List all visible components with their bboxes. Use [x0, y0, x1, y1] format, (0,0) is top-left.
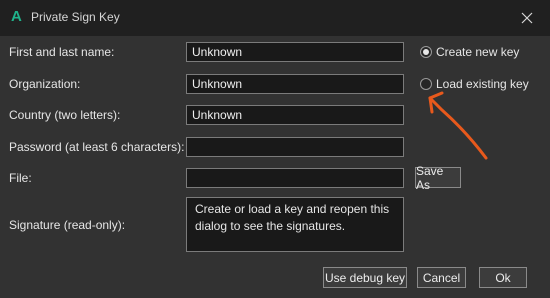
signature-label: Signature (read-only):	[9, 218, 126, 232]
create-new-key-label: Create new key	[436, 45, 520, 59]
create-new-key-option[interactable]: Create new key	[420, 45, 519, 59]
cancel-button[interactable]: Cancel	[417, 267, 466, 288]
file-field[interactable]	[186, 168, 404, 188]
password-field[interactable]	[186, 137, 404, 157]
organization-label: Organization:	[9, 77, 81, 91]
use-debug-key-button[interactable]: Use debug key	[323, 267, 407, 288]
country-field[interactable]	[186, 105, 404, 125]
name-field[interactable]	[186, 42, 404, 62]
app-logo-icon: A	[11, 8, 22, 25]
password-label: Password (at least 6 characters):	[9, 140, 185, 154]
create-new-key-radio[interactable]	[420, 46, 432, 58]
close-icon	[521, 12, 533, 24]
country-label: Country (two letters):	[9, 108, 121, 122]
load-existing-key-option[interactable]: Load existing key	[420, 77, 529, 91]
name-label: First and last name:	[9, 45, 115, 59]
load-existing-key-radio[interactable]	[420, 78, 432, 90]
ok-button[interactable]: Ok	[479, 267, 527, 288]
title-bar: A Private Sign Key	[0, 0, 550, 36]
organization-field[interactable]	[186, 74, 404, 94]
save-as-button[interactable]: Save As	[415, 164, 461, 192]
close-button[interactable]	[504, 0, 550, 36]
file-label: File:	[9, 171, 32, 185]
window-title: Private Sign Key	[31, 10, 120, 24]
signature-textarea[interactable]: Create or load a key and reopen this dia…	[186, 197, 404, 252]
load-existing-key-label: Load existing key	[436, 77, 529, 91]
